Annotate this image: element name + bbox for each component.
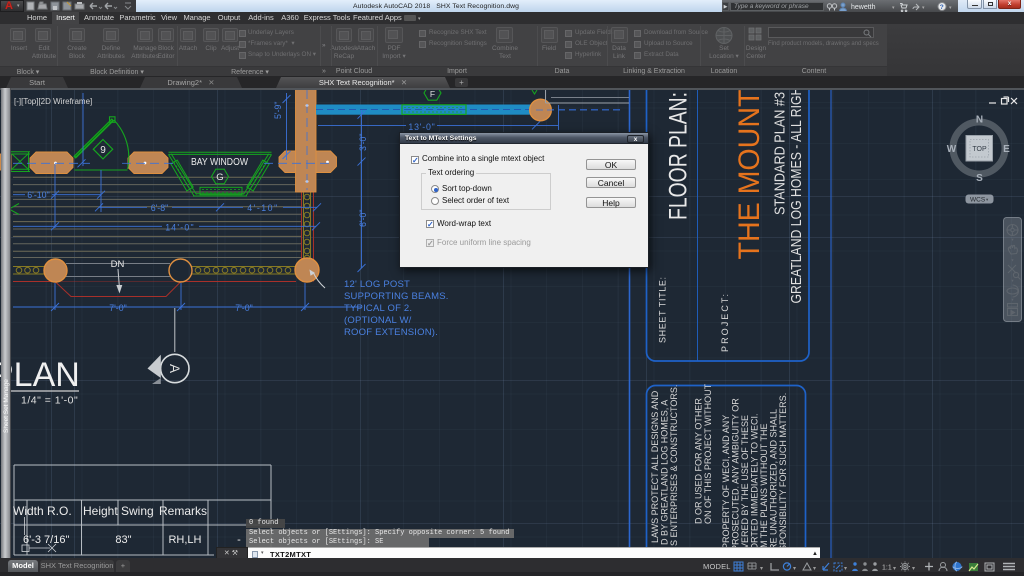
svg-text:5'-9": 5'-9" (273, 101, 283, 119)
svg-text:4'-10": 4'-10" (247, 203, 278, 213)
svg-text:DN: DN (111, 259, 125, 270)
svg-text:GREATLAND LOG HOMES - ALL RIGH: GREATLAND LOG HOMES - ALL RIGHTS RESERVE… (788, 0, 805, 303)
svg-text:PROJECT:: PROJECT: (720, 294, 730, 352)
svg-text:ON OF THIS PROJECT WITHOUT: ON OF THIS PROJECT WITHOUT (703, 383, 713, 524)
svg-text:12' LOG POST: 12' LOG POST (344, 279, 410, 290)
svg-text:14'-0": 14'-0" (165, 222, 195, 232)
svg-text:N: N (976, 115, 983, 126)
svg-text:▾: ▾ (912, 566, 915, 572)
svg-text:D BY GREATLAND LOG HOMES, A: D BY GREATLAND LOG HOMES, A (660, 400, 670, 545)
svg-text:PROPERTY OF WECI, AND ANY: PROPERTY OF WECI, AND ANY (721, 415, 731, 549)
svg-text:1:1: 1:1 (882, 565, 892, 572)
svg-text:M THE PLANS WITHOUT THE: M THE PLANS WITHOUT THE (759, 423, 769, 548)
svg-text:(OPTIONAL W/: (OPTIONAL W/ (344, 315, 412, 326)
svg-text:SUPPORTING BEAMS.: SUPPORTING BEAMS. (344, 291, 449, 302)
svg-text:9: 9 (100, 145, 106, 156)
svg-text:7'-0": 7'-0" (109, 303, 127, 313)
svg-text:13'-0": 13'-0" (408, 122, 435, 132)
svg-text:Swing: Swing (121, 504, 154, 518)
svg-text:G: G (216, 172, 223, 183)
svg-text:BAY WINDOW: BAY WINDOW (191, 156, 248, 168)
svg-text:PLAN: PLAN (0, 356, 80, 394)
svg-text:6'-10": 6'-10" (27, 190, 49, 200)
svg-text:Remarks: Remarks (159, 504, 207, 518)
svg-text:THE MOUNTVIEW: THE MOUNTVIEW (733, 16, 766, 260)
svg-text:WCS: WCS (970, 197, 986, 204)
svg-text:VERED BY THE USE OF THESE: VERED BY THE USE OF THESE (740, 415, 750, 549)
svg-text:83": 83" (115, 534, 131, 546)
svg-text:ORTED IMMEDIATELY TO WECI.: ORTED IMMEDIATELY TO WECI. (750, 413, 760, 550)
svg-text:SPONSIBILITY FOR SUCH MATTERS.: SPONSIBILITY FOR SUCH MATTERS. (778, 393, 788, 551)
svg-text:D OR USED FOR ANY OTHER: D OR USED FOR ANY OTHER (694, 398, 704, 524)
svg-text:6'-3 7/16": 6'-3 7/16" (23, 534, 69, 546)
svg-text:▾: ▾ (813, 566, 816, 572)
svg-text:-: - (237, 534, 241, 546)
svg-text:PROSECUTED. ANY AMBIGUITY OR: PROSECUTED. ANY AMBIGUITY OR (731, 398, 741, 551)
svg-text:LAWS PROTECT ALL DESIGNS AND: LAWS PROTECT ALL DESIGNS AND (650, 390, 660, 543)
svg-text:RH,LH: RH,LH (168, 534, 201, 546)
svg-text:Height: Height (83, 504, 118, 518)
svg-text:A: A (167, 364, 182, 373)
svg-text:▾: ▾ (893, 566, 896, 572)
svg-text:S: S (976, 173, 983, 184)
svg-text:6'-0": 6'-0" (358, 209, 368, 227)
svg-text:1/4" = 1'-0": 1/4" = 1'-0" (21, 395, 78, 407)
svg-text:7'-0": 7'-0" (235, 303, 253, 313)
svg-text:▾: ▾ (844, 566, 847, 572)
svg-text:[-][Top][2D Wireframe]: [-][Top][2D Wireframe] (14, 97, 92, 106)
svg-text:TOP: TOP (972, 146, 987, 153)
svg-text:▾: ▾ (760, 566, 763, 572)
svg-text:3'-0": 3'-0" (358, 133, 368, 151)
svg-text:SHEET TITLE:: SHEET TITLE: (658, 277, 668, 343)
svg-text:Width R.O.: Width R.O. (13, 504, 72, 518)
svg-text:STANDARD PLAN #3: STANDARD PLAN #3 (772, 92, 789, 215)
svg-text:TYPICAL OF 2.: TYPICAL OF 2. (344, 303, 412, 314)
svg-text:RE UNAUTHORIZED, AND SHALL: RE UNAUTHORIZED, AND SHALL (769, 409, 779, 550)
svg-text:FLOOR PLAN:: FLOOR PLAN: (665, 92, 693, 220)
svg-text:W: W (947, 144, 957, 155)
svg-text:6'-8": 6'-8" (151, 203, 169, 213)
svg-text:S ENTERPRISES & CONSTRUCTORS.: S ENTERPRISES & CONSTRUCTORS. (669, 385, 679, 546)
svg-text:E: E (1003, 144, 1010, 155)
svg-text:ROOF EXTENSION).: ROOF EXTENSION). (344, 327, 438, 338)
svg-text:▾: ▾ (793, 566, 796, 572)
svg-text:F: F (430, 89, 435, 99)
